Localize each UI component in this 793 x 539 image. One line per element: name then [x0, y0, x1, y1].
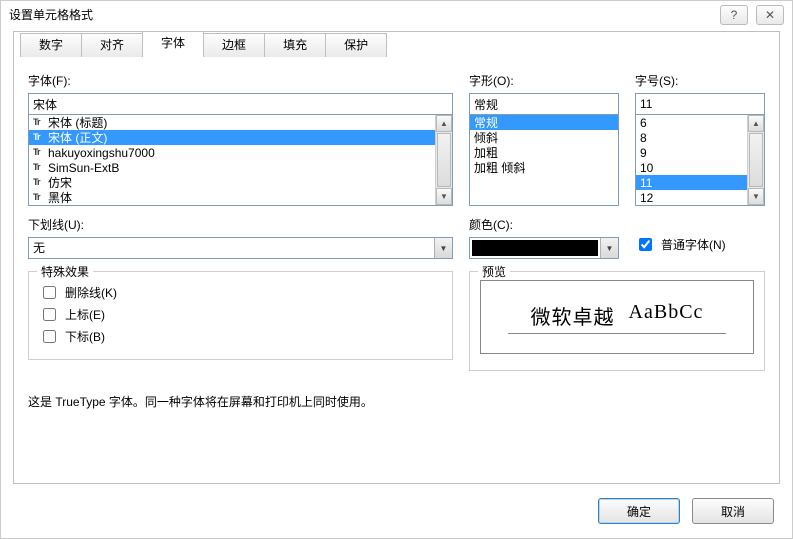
font-item: Trhakuyoxingshu7000 — [29, 145, 435, 160]
scroll-down-icon[interactable]: ▼ — [436, 188, 452, 205]
dialog-frame: 数字 对齐 字体 边框 填充 保护 字体(F): Tr宋体 (标题) Tr宋体 … — [13, 31, 780, 484]
font-label: 字体(F): — [28, 72, 453, 89]
truetype-icon: Tr — [33, 147, 45, 158]
style-item: 加粗 — [470, 145, 618, 160]
tab-border[interactable]: 边框 — [203, 33, 265, 57]
cancel-button[interactable]: 取消 — [692, 498, 774, 524]
superscript-checkbox[interactable]: 上标(E) — [39, 305, 442, 324]
preview-sample-cn: 微软卓越 — [531, 301, 615, 330]
normal-font-check[interactable] — [639, 238, 652, 251]
effects-group: 特殊效果 删除线(K) 上标(E) 下标(B) — [28, 271, 453, 360]
scroll-up-icon[interactable]: ▲ — [436, 115, 452, 132]
size-input[interactable] — [635, 93, 765, 115]
subscript-checkbox[interactable]: 下标(B) — [39, 327, 442, 346]
preview-box: 微软卓越 AaBbCc — [480, 280, 754, 354]
font-input[interactable] — [28, 93, 453, 115]
size-item: 11 — [636, 175, 747, 190]
font-item: Tr宋体 (标题) — [29, 115, 435, 130]
tab-strip: 数字 对齐 字体 边框 填充 保护 — [20, 31, 779, 57]
tab-font[interactable]: 字体 — [142, 31, 204, 57]
tab-alignment[interactable]: 对齐 — [81, 33, 143, 57]
help-button[interactable]: ? — [720, 5, 748, 25]
truetype-icon: Tr — [33, 132, 45, 143]
preview-group: 预览 微软卓越 AaBbCc — [469, 271, 765, 371]
tab-number[interactable]: 数字 — [20, 33, 82, 57]
size-listbox[interactable]: 6 8 9 10 11 12 ▲ ▼ — [635, 114, 765, 206]
style-item: 倾斜 — [470, 130, 618, 145]
effects-legend: 特殊效果 — [37, 263, 93, 280]
ok-button[interactable]: 确定 — [598, 498, 680, 524]
chevron-down-icon[interactable]: ▼ — [434, 238, 452, 258]
strike-checkbox[interactable]: 删除线(K) — [39, 283, 442, 302]
strike-check[interactable] — [43, 286, 56, 299]
scroll-thumb[interactable] — [437, 133, 451, 187]
color-label: 颜色(C): — [469, 216, 619, 233]
chevron-down-icon[interactable]: ▼ — [600, 238, 618, 258]
size-item: 10 — [636, 160, 747, 175]
font-item: Tr仿宋 — [29, 175, 435, 190]
size-label: 字号(S): — [635, 72, 765, 89]
style-listbox[interactable]: 常规 倾斜 加粗 加粗 倾斜 — [469, 114, 619, 206]
color-combo[interactable]: ▼ — [469, 237, 619, 259]
close-button[interactable]: ✕ — [756, 5, 784, 25]
font-listbox[interactable]: Tr宋体 (标题) Tr宋体 (正文) Trhakuyoxingshu7000 … — [28, 114, 453, 206]
size-item: 6 — [636, 115, 747, 130]
underline-label: 下划线(U): — [28, 216, 453, 233]
font-item: TrSimSun-ExtB — [29, 160, 435, 175]
sub-check[interactable] — [43, 330, 56, 343]
style-input[interactable] — [469, 93, 619, 115]
format-cells-dialog: 设置单元格格式 ? ✕ 数字 对齐 字体 边框 填充 保护 字体(F): — [0, 0, 793, 539]
preview-legend: 预览 — [478, 263, 510, 280]
size-item: 9 — [636, 145, 747, 160]
truetype-icon: Tr — [33, 192, 45, 203]
underline-combo[interactable]: 无 ▼ — [28, 237, 453, 259]
size-item: 8 — [636, 130, 747, 145]
truetype-hint: 这是 TrueType 字体。同一种字体将在屏幕和打印机上同时使用。 — [28, 393, 765, 410]
truetype-icon: Tr — [33, 177, 45, 188]
tab-body: 字体(F): Tr宋体 (标题) Tr宋体 (正文) Trhakuyoxings… — [14, 58, 779, 483]
scroll-down-icon[interactable]: ▼ — [748, 188, 764, 205]
size-scrollbar[interactable]: ▲ ▼ — [747, 115, 764, 205]
font-item: Tr宋体 (正文) — [29, 130, 435, 145]
underline-value: 无 — [29, 238, 434, 258]
tab-protection[interactable]: 保护 — [325, 33, 387, 57]
scroll-thumb[interactable] — [749, 133, 763, 187]
titlebar: 设置单元格格式 ? ✕ — [1, 1, 792, 29]
font-item: Tr黑体 — [29, 190, 435, 205]
font-scrollbar[interactable]: ▲ ▼ — [435, 115, 452, 205]
dialog-title: 设置单元格格式 — [9, 1, 93, 29]
tab-fill[interactable]: 填充 — [264, 33, 326, 57]
super-check[interactable] — [43, 308, 56, 321]
truetype-icon: Tr — [33, 162, 45, 173]
truetype-icon: Tr — [33, 117, 45, 128]
style-label: 字形(O): — [469, 72, 619, 89]
color-swatch — [472, 240, 598, 256]
size-item: 12 — [636, 190, 747, 205]
preview-sample-en: AaBbCc — [629, 301, 704, 330]
style-item: 加粗 倾斜 — [470, 160, 618, 175]
normal-font-checkbox[interactable]: 普通字体(N) — [635, 235, 726, 254]
normal-font-label: 普通字体(N) — [661, 236, 726, 253]
style-item: 常规 — [470, 115, 618, 130]
scroll-up-icon[interactable]: ▲ — [748, 115, 764, 132]
